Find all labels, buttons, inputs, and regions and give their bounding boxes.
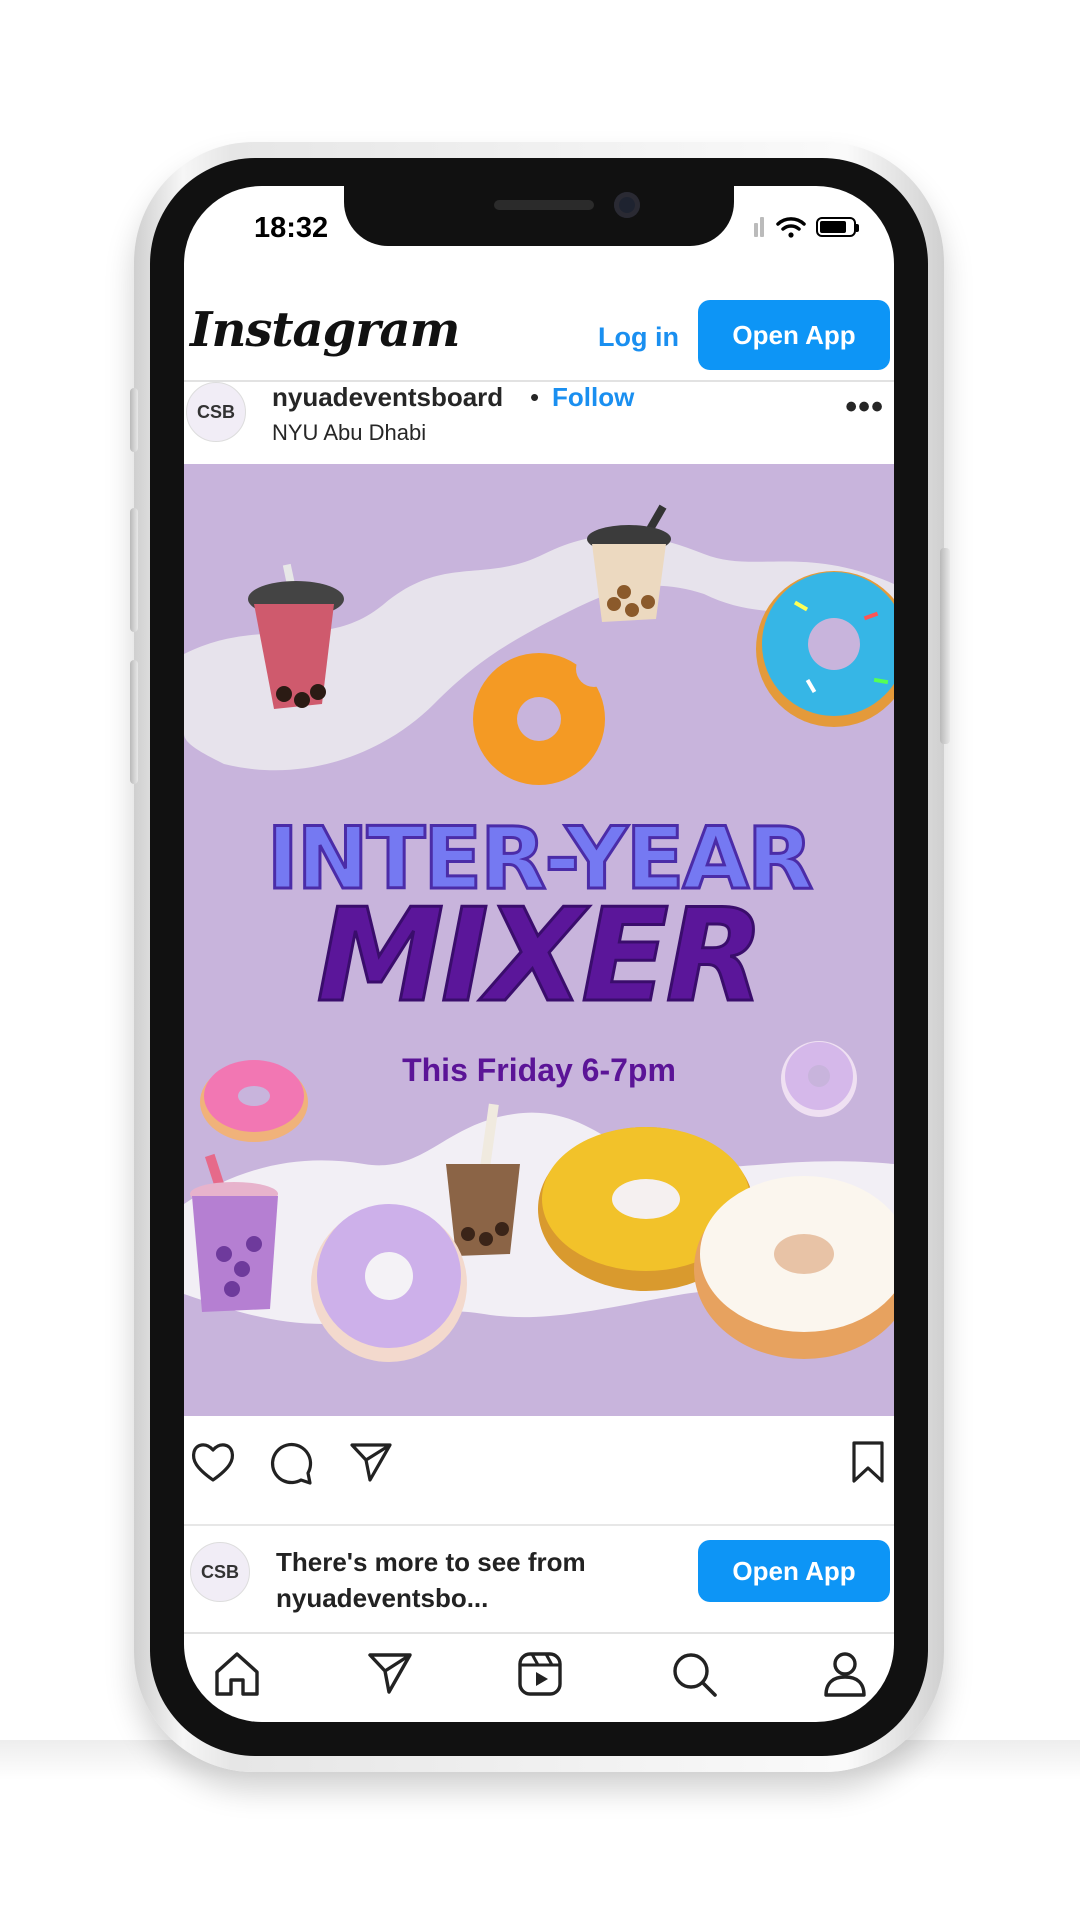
banner-text: There's more to see from nyuadeventsbo..…: [276, 1544, 586, 1616]
banner-open-app-button[interactable]: Open App: [698, 1540, 890, 1602]
poster-title-line2: MIXER: [315, 881, 766, 1033]
bookmark-icon[interactable]: [850, 1440, 886, 1484]
share-icon[interactable]: [348, 1440, 394, 1484]
profile-icon[interactable]: [822, 1650, 868, 1698]
instagram-logo[interactable]: Instagram: [190, 302, 460, 358]
orange-donut: [473, 651, 612, 785]
bottom-nav: [184, 1632, 894, 1722]
power-button: [940, 548, 950, 744]
more-content-banner: CSB There's more to see from nyuadevents…: [184, 1524, 894, 1634]
battery-icon: [816, 217, 859, 237]
username[interactable]: nyuadeventsboard: [272, 382, 503, 413]
instagram-header: Instagram Log in Open App: [184, 296, 894, 382]
post-image[interactable]: INTER-YEAR MIXER This Friday 6-7pm: [184, 464, 894, 1416]
banner-text-line1: There's more to see from: [276, 1547, 586, 1577]
more-options-icon[interactable]: •••: [845, 388, 884, 427]
signal-icon: [754, 217, 766, 237]
comment-icon[interactable]: [268, 1440, 314, 1486]
heart-icon[interactable]: [190, 1440, 236, 1484]
search-icon[interactable]: [670, 1650, 718, 1698]
separator-dot: •: [530, 382, 540, 412]
mute-switch: [130, 388, 138, 452]
status-icons: [754, 216, 859, 238]
volume-up-button: [130, 508, 138, 632]
phone-screen: 18:32 Instagram Log in Open App CSB nyua…: [184, 186, 894, 1722]
boba-drink-top-right: [587, 504, 671, 622]
wifi-icon: [776, 217, 806, 238]
post-header: CSB nyuadeventsboard • Follow NYU Abu Dh…: [184, 382, 894, 462]
banner-text-line2: nyuadeventsbo...: [276, 1583, 489, 1613]
open-app-button[interactable]: Open App: [698, 300, 890, 370]
speaker-grille: [494, 200, 594, 210]
status-time: 18:32: [254, 212, 329, 244]
post-actions: [184, 1420, 894, 1514]
home-icon[interactable]: [212, 1650, 262, 1698]
banner-avatar[interactable]: CSB: [190, 1542, 250, 1602]
post-location[interactable]: NYU Abu Dhabi: [272, 420, 426, 446]
reels-icon[interactable]: [516, 1650, 564, 1698]
avatar[interactable]: CSB: [186, 382, 246, 442]
login-link[interactable]: Log in: [598, 322, 679, 353]
follow-button[interactable]: Follow: [552, 382, 634, 413]
notch: [344, 186, 734, 246]
direct-icon[interactable]: [366, 1650, 414, 1696]
avatar-logo: CSB: [196, 401, 235, 422]
banner-avatar-logo: CSB: [200, 1561, 239, 1582]
front-camera: [614, 192, 640, 218]
poster-subtitle: This Friday 6-7pm: [402, 1052, 676, 1088]
volume-down-button: [130, 660, 138, 784]
